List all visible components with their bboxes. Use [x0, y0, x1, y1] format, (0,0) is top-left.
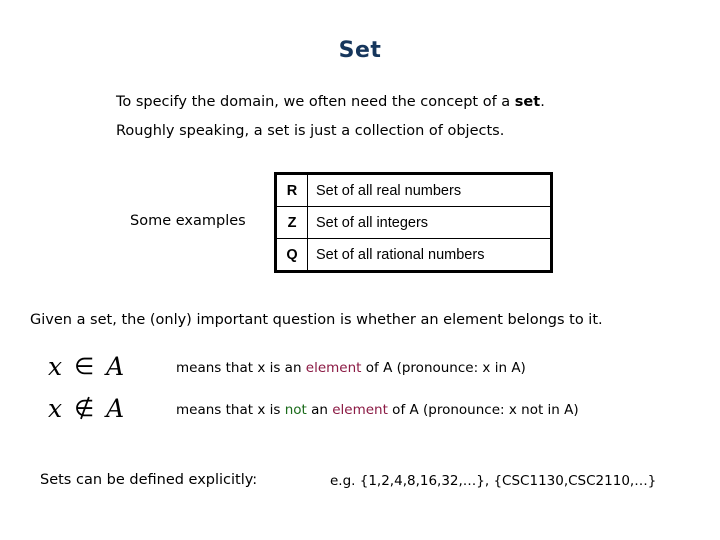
- examples-block: Some examples R Set of all real numbers …: [0, 172, 720, 273]
- membership-notation-block: x ∈ A means that x is an element of A (p…: [0, 352, 720, 436]
- intro-bold-term: set: [514, 94, 541, 110]
- set-description-q: Set of all rational numbers: [307, 238, 552, 272]
- math-set-a: A: [106, 352, 127, 381]
- membership-statement: Given a set, the (only) important questi…: [30, 312, 603, 328]
- membership-description-not-in: means that x is not an element of A (pro…: [176, 402, 579, 418]
- table-row: R Set of all real numbers: [275, 173, 552, 207]
- set-symbol-r: R: [275, 173, 308, 207]
- mem-notin-highlight-element: element: [332, 402, 388, 418]
- page-title: Set: [338, 38, 382, 63]
- mem-in-before: means that x is an: [176, 360, 306, 376]
- math-set-a: A: [106, 394, 127, 423]
- mem-in-highlight-element: element: [305, 360, 362, 376]
- explicit-definition-label: Sets can be defined explicitly:: [40, 472, 258, 488]
- mem-in-after: of A (pronounce: x in A): [361, 360, 526, 376]
- table-row: Z Set of all integers: [275, 206, 552, 239]
- math-variable-x: x: [48, 352, 65, 381]
- mem-notin-highlight-not: not: [284, 402, 307, 418]
- mem-notin-after: of A (pronounce: x not in A): [387, 402, 579, 418]
- set-symbol-q: Q: [275, 238, 308, 272]
- set-description-z: Set of all integers: [307, 206, 552, 239]
- mem-notin-mid: an: [306, 402, 333, 418]
- explicit-definition-examples: e.g. {1,2,4,8,16,32,…}, {CSC1130,CSC2110…: [330, 473, 657, 489]
- math-expression-element-of: x ∈ A: [48, 352, 126, 381]
- set-description-r: Set of all real numbers: [307, 173, 552, 207]
- membership-row-not-in: x ∉ A means that x is not an element of …: [0, 394, 720, 436]
- examples-label: Some examples: [130, 213, 246, 229]
- not-element-of-icon: ∉: [74, 396, 97, 422]
- math-variable-x: x: [48, 394, 65, 423]
- slide-canvas: Set To specify the domain, we often need…: [0, 0, 720, 540]
- element-of-icon: ∈: [74, 354, 97, 380]
- intro-line-1-after: .: [540, 94, 545, 110]
- membership-description-in: means that x is an element of A (pronoun…: [176, 360, 526, 376]
- set-symbol-z: Z: [275, 206, 308, 239]
- intro-line-1: To specify the domain, we often need the…: [116, 88, 676, 117]
- intro-paragraph: To specify the domain, we often need the…: [116, 88, 676, 146]
- intro-line-2: Roughly speaking, a set is just a collec…: [116, 123, 505, 139]
- number-sets-table: R Set of all real numbers Z Set of all i…: [274, 172, 553, 273]
- math-expression-not-element-of: x ∉ A: [48, 394, 126, 423]
- table-row: Q Set of all rational numbers: [275, 238, 552, 272]
- intro-line-1-before: To specify the domain, we often need the…: [116, 94, 515, 110]
- mem-notin-before: means that x is: [176, 402, 285, 418]
- membership-row-in: x ∈ A means that x is an element of A (p…: [0, 352, 720, 394]
